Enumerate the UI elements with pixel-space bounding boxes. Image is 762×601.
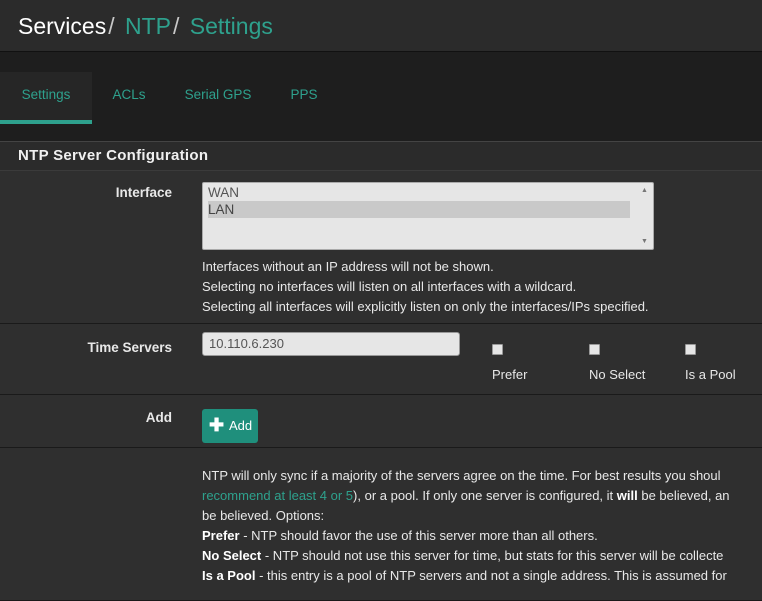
- tab-acls[interactable]: ACLs: [98, 72, 160, 120]
- time-server-input[interactable]: 10.110.6.230: [202, 332, 460, 356]
- time-servers-info: NTP will only sync if a majority of the …: [202, 466, 730, 586]
- info-line-3: be believed. Options:: [202, 508, 325, 523]
- interface-help-3: Selecting all interfaces will explicitly…: [202, 299, 649, 314]
- interface-row: Interface WAN LAN ▲ ▼ Interfaces without…: [0, 171, 762, 324]
- scroll-up-icon[interactable]: ▲: [641, 187, 648, 194]
- info-noselect-term: No Select: [202, 548, 262, 563]
- info-prefer: Prefer - NTP should favor the use of thi…: [202, 526, 730, 546]
- panel-title: NTP Server Configuration: [18, 147, 209, 164]
- panel-heading: NTP Server Configuration: [0, 141, 762, 171]
- info-line-1: NTP will only sync if a majority of the …: [202, 468, 721, 483]
- interface-listbox[interactable]: WAN LAN ▲ ▼: [202, 182, 654, 250]
- breadcrumb: Services/ NTP/ Settings: [18, 13, 273, 40]
- info-row: NTP will only sync if a majority of the …: [0, 448, 762, 601]
- is-pool-checkbox[interactable]: [685, 344, 696, 355]
- interface-help-2: Selecting no interfaces will listen on a…: [202, 279, 577, 294]
- breadcrumb-separator: /: [172, 13, 180, 39]
- info-pool-desc: - this entry is a pool of NTP servers an…: [255, 568, 727, 583]
- tab-serial-gps[interactable]: Serial GPS: [172, 72, 264, 120]
- interface-option-wan[interactable]: WAN: [208, 184, 239, 201]
- tab-bar: Settings ACLs Serial GPS PPS: [0, 52, 762, 124]
- info-pool-term: Is a Pool: [202, 568, 256, 583]
- info-noselect: No Select - NTP should not use this serv…: [202, 546, 730, 566]
- info-prefer-desc: - NTP should favor the use of this serve…: [239, 528, 598, 543]
- add-button-label: Add: [229, 418, 253, 433]
- info-noselect-desc: - NTP should not use this server for tim…: [261, 548, 724, 563]
- interface-help-1: Interfaces without an IP address will no…: [202, 259, 494, 274]
- prefer-checkbox[interactable]: [492, 344, 503, 355]
- is-pool-label: Is a Pool: [685, 367, 736, 382]
- plus-icon: ✚: [209, 415, 225, 435]
- page-header: Services/ NTP/ Settings: [0, 0, 762, 52]
- no-select-label: No Select: [589, 367, 646, 382]
- recommend-link[interactable]: recommend at least 4 or 5: [202, 488, 353, 503]
- no-select-checkbox[interactable]: [589, 344, 600, 355]
- breadcrumb-settings-link[interactable]: Settings: [190, 13, 273, 39]
- time-servers-label: Time Servers: [87, 340, 172, 355]
- add-server-button[interactable]: ✚ Add: [202, 409, 258, 443]
- listbox-scrollbar[interactable]: ▲ ▼: [639, 185, 651, 247]
- tab-settings[interactable]: Settings: [0, 72, 92, 124]
- interface-option-lan[interactable]: LAN: [208, 201, 630, 218]
- info-line-2-end: be believed, an: [637, 488, 730, 503]
- tab-pps[interactable]: PPS: [276, 72, 332, 120]
- add-row-label: Add: [145, 410, 172, 425]
- info-prefer-term: Prefer: [202, 528, 240, 543]
- interface-label: Interface: [115, 185, 172, 200]
- add-row: Add ✚ Add: [0, 395, 762, 448]
- breadcrumb-services: Services: [18, 13, 107, 39]
- breadcrumb-separator: /: [108, 13, 115, 39]
- info-will-bold: will: [616, 488, 638, 503]
- info-line-2-text: ), or a pool. If only one server is conf…: [353, 488, 617, 503]
- info-line-2: recommend at least 4 or 5), or a pool. I…: [202, 486, 730, 506]
- info-pool: Is a Pool - this entry is a pool of NTP …: [202, 566, 730, 586]
- time-servers-row: Time Servers 10.110.6.230 Prefer No Sele…: [0, 324, 762, 395]
- prefer-label: Prefer: [492, 367, 528, 382]
- scroll-down-icon[interactable]: ▼: [641, 238, 648, 245]
- breadcrumb-ntp-link[interactable]: NTP: [125, 13, 171, 39]
